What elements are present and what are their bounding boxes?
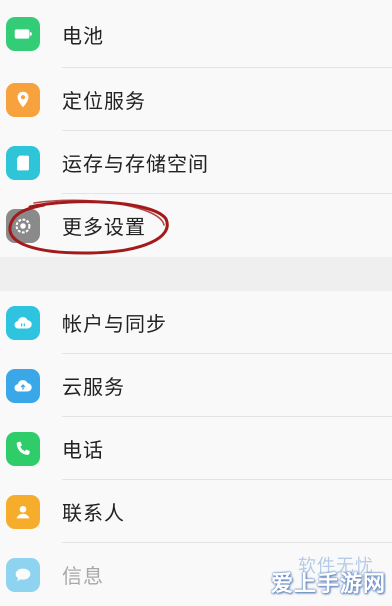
settings-item-storage[interactable]: 运存与存储空间 (0, 131, 392, 194)
message-icon (6, 557, 40, 592)
settings-item-messages[interactable]: 信息 (0, 543, 392, 606)
settings-item-label: 云服务 (62, 375, 125, 399)
gear-icon (6, 208, 40, 243)
settings-item-location[interactable]: 定位服务 (0, 68, 392, 131)
contact-icon (6, 494, 40, 529)
settings-group-device: 电池 定位服务 运存与存储空间 更多设置 (0, 0, 392, 257)
cloud-sync-icon (6, 305, 40, 340)
settings-group-accounts: 帐户与同步 云服务 电话 联系人 信息 (0, 291, 392, 606)
location-pin-icon (6, 82, 40, 117)
battery-icon (6, 17, 40, 51)
settings-item-label: 帐户与同步 (62, 312, 167, 336)
settings-item-label: 定位服务 (62, 89, 146, 113)
settings-item-label: 信息 (62, 564, 104, 588)
settings-item-label: 运存与存储空间 (62, 152, 209, 176)
settings-item-more-settings[interactable]: 更多设置 (0, 194, 392, 257)
phone-icon (6, 431, 40, 466)
settings-item-cloud-service[interactable]: 云服务 (0, 354, 392, 417)
cloud-icon (6, 368, 40, 403)
settings-item-account-sync[interactable]: 帐户与同步 (0, 291, 392, 354)
settings-item-label: 电话 (62, 438, 104, 462)
settings-item-label: 更多设置 (62, 215, 146, 239)
section-gap (0, 257, 392, 291)
settings-item-battery[interactable]: 电池 (0, 0, 392, 68)
settings-item-label: 电池 (62, 23, 104, 48)
settings-item-contacts[interactable]: 联系人 (0, 480, 392, 543)
settings-item-phone[interactable]: 电话 (0, 417, 392, 480)
settings-item-label: 联系人 (62, 501, 125, 525)
sd-card-icon (6, 145, 40, 180)
